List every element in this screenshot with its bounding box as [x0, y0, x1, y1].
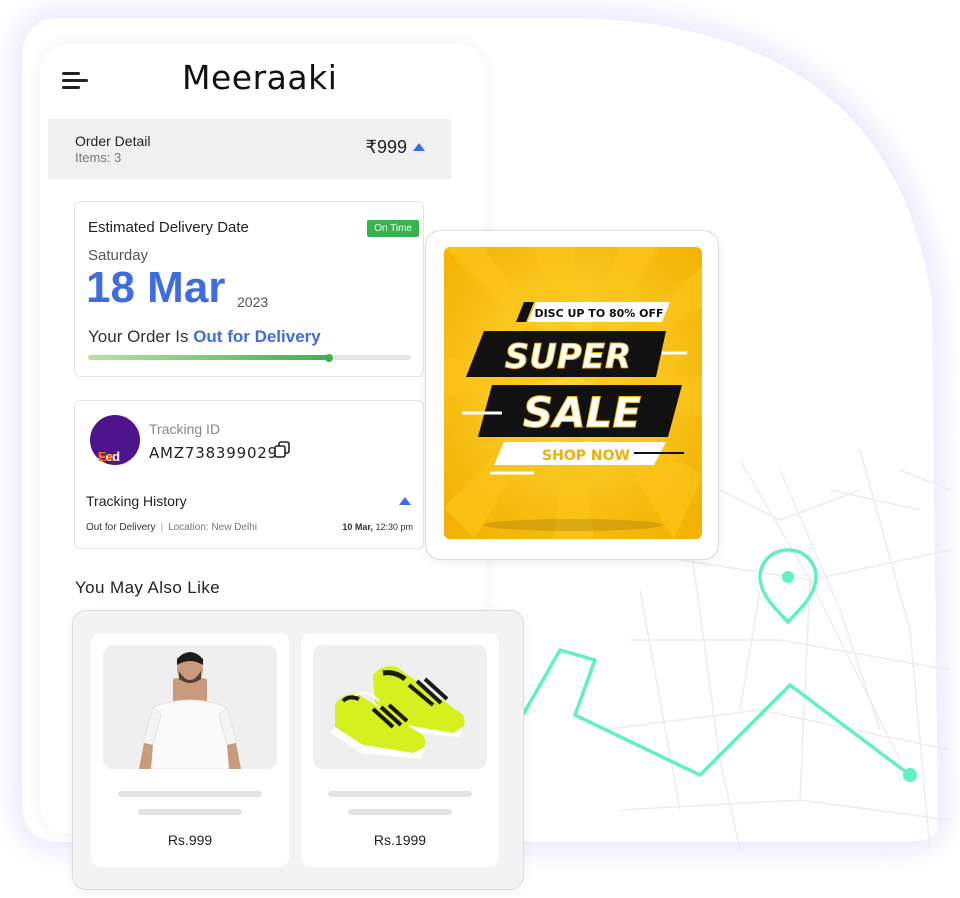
- tracking-event-status: Out for Delivery: [86, 522, 156, 533]
- order-total-price: ₹999: [365, 137, 407, 157]
- progress-knob: [325, 353, 334, 362]
- tracking-event-date: 10 Mar,: [342, 522, 373, 532]
- tracking-card: Fed Ex Tracking ID AMZ738399029 Tracking …: [74, 400, 424, 549]
- product-image-tshirt: [103, 645, 277, 769]
- recommendations-panel: Rs.999 Rs.1999: [72, 610, 524, 890]
- placeholder-line: [348, 809, 452, 815]
- product-price: Rs.999: [167, 832, 213, 848]
- tracking-history-label: Tracking History: [86, 493, 187, 509]
- fedex-logo: Fed Ex: [90, 415, 140, 465]
- delivery-card: Estimated Delivery Date On Time Saturday…: [74, 201, 424, 377]
- delivery-day: Saturday: [88, 247, 149, 264]
- sale-banner-frame: DISC UP TO 80% OFF SUPER SALE SHOP NOW: [425, 230, 719, 560]
- order-status-text: Your Order Is Out for Delivery: [88, 327, 321, 347]
- sale-cta: SHOP NOW: [542, 448, 630, 464]
- tracking-event-location: Location: New Delhi: [168, 522, 258, 533]
- status-badge: On Time: [367, 220, 419, 237]
- sale-word-super: SUPER: [505, 337, 631, 377]
- placeholder-line: [328, 791, 472, 797]
- delivery-progress-fill: [88, 353, 334, 362]
- product-price: Rs.1999: [373, 832, 427, 848]
- route-end-dot: [903, 768, 917, 782]
- history-caret-icon[interactable]: [399, 497, 411, 505]
- sale-top-text: DISC UP TO 80% OFF: [534, 307, 663, 320]
- placeholder-line: [118, 791, 262, 797]
- tracking-id-value: AMZ738399029: [149, 444, 278, 462]
- location-pin-icon: [758, 548, 818, 625]
- delivery-progress-bar: [88, 353, 411, 362]
- fedex-logo-ex: Ex: [98, 449, 113, 464]
- tracking-event-hour: 12:30 pm: [375, 522, 413, 532]
- product-image-sneakers: [313, 645, 487, 769]
- tracking-event-time: 10 Mar, 12:30 pm: [342, 522, 413, 532]
- delivery-date-label: Estimated Delivery Date: [88, 219, 249, 236]
- copy-icon[interactable]: [272, 440, 292, 460]
- order-item-count: Items: 3: [75, 150, 122, 165]
- delivery-date: 18 Mar: [86, 263, 226, 312]
- order-status-prefix: Your Order Is: [88, 327, 194, 346]
- tracking-id-label: Tracking ID: [149, 421, 221, 437]
- order-detail-title: Order Detail: [75, 133, 151, 149]
- collapse-caret-icon[interactable]: [413, 143, 425, 151]
- placeholder-line: [138, 809, 242, 815]
- recommendations-heading: You May Also Like: [75, 578, 221, 597]
- menu-icon[interactable]: [62, 68, 90, 90]
- delivery-year: 2023: [237, 294, 269, 310]
- route-line: [518, 648, 912, 777]
- order-status-value: Out for Delivery: [193, 327, 321, 346]
- product-card[interactable]: Rs.1999: [301, 633, 499, 867]
- tracking-event-row: Out for Delivery | Location: New Delhi: [86, 522, 258, 533]
- sale-banner[interactable]: DISC UP TO 80% OFF SUPER SALE SHOP NOW: [444, 247, 702, 539]
- product-card[interactable]: Rs.999: [91, 633, 289, 867]
- order-detail-bar[interactable]: Order Detail Items: 3 ₹999: [48, 119, 451, 179]
- brand-logo: Meeraaki: [182, 58, 338, 97]
- sale-word-sale: SALE: [523, 388, 642, 437]
